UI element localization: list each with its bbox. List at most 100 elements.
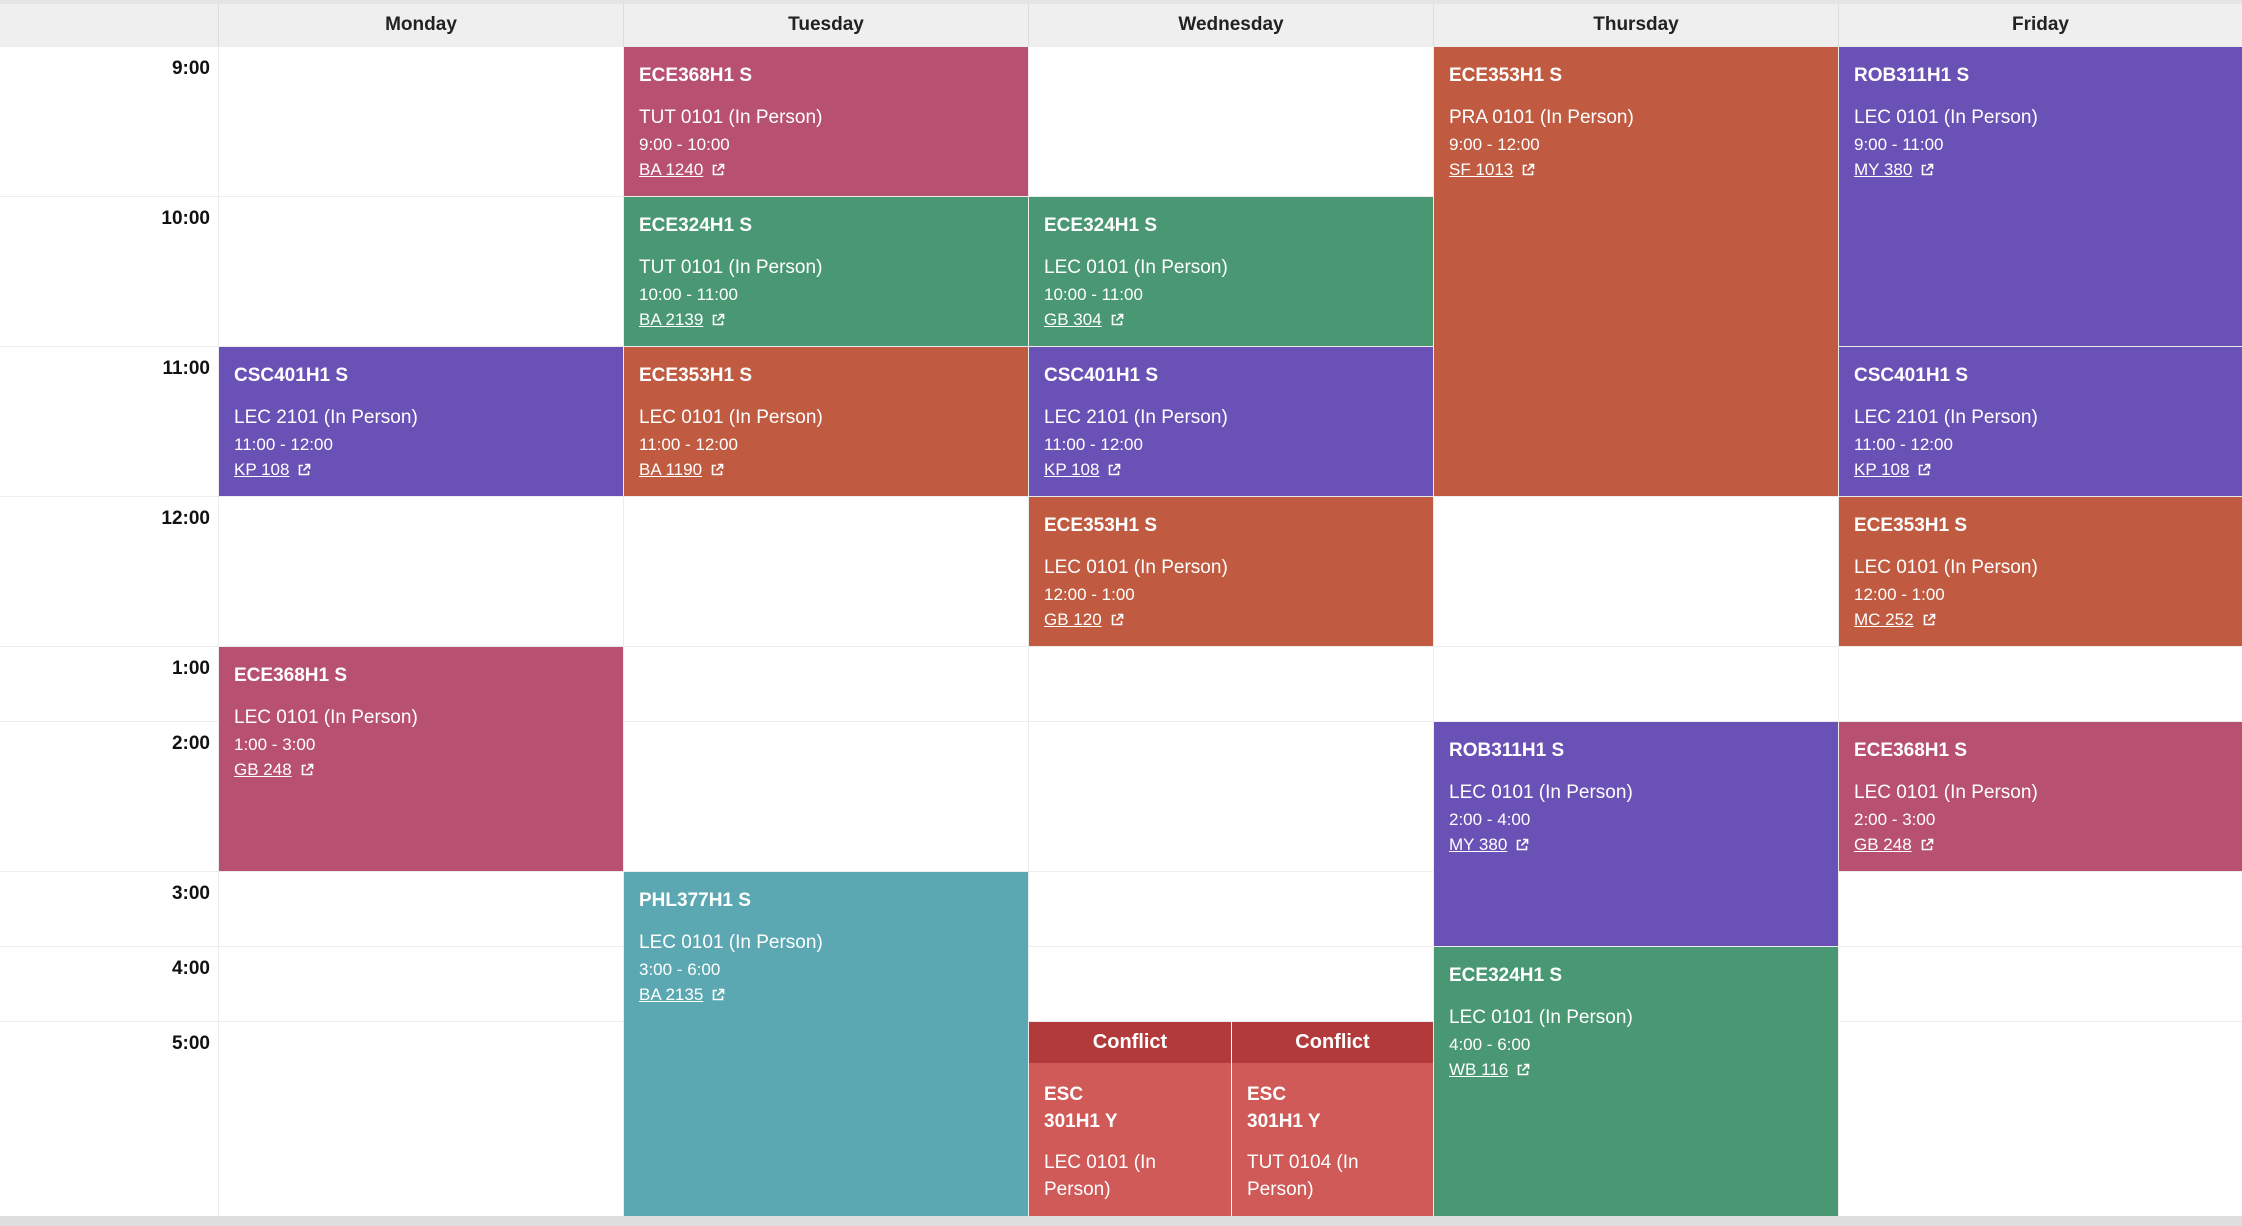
room-link[interactable]: BA 2135 (639, 985, 725, 1005)
room-link[interactable]: BA 2139 (639, 310, 725, 330)
time-range: 9:00 - 11:00 (1854, 135, 1944, 154)
external-link-icon (712, 163, 725, 176)
external-link-icon (1111, 313, 1123, 326)
section-label: TUT 0101 (In Person) (639, 107, 823, 128)
section-label: LEC 0101 (In Person) (639, 407, 823, 428)
room-link[interactable]: KP 108 (1854, 460, 1931, 480)
course-code: ECE324H1 S (1449, 965, 1563, 986)
course-code-line: ESC (1044, 1084, 1084, 1105)
conflict-course-block[interactable]: ESC 301H1 Y LEC 0101 (In Person) (1029, 1063, 1231, 1216)
horizontal-scrollbar[interactable] (0, 1216, 2242, 1226)
course-code: ROB311H1 S (1449, 740, 1565, 761)
hour-gridline (0, 871, 2242, 872)
section-label: LEC 0101 (In Person) (1449, 1007, 1633, 1028)
external-link-icon (1921, 838, 1933, 851)
section-label: LEC 0101 (In Person) (1044, 1149, 1216, 1203)
conflict-header: Conflict (1029, 1022, 1231, 1063)
course-code: ESC 301H1 Y (1044, 1081, 1216, 1135)
course-block[interactable]: CSC401H1 S LEC 2101 (In Person) 11:00 - 12… (1029, 347, 1433, 496)
course-code: CSC401H1 S (1044, 365, 1159, 386)
course-block[interactable]: ECE368H1 S TUT 0101 (In Person) 9:00 - 10:… (624, 47, 1028, 196)
time-range: 4:00 - 6:00 (1449, 1035, 1531, 1054)
room-link[interactable]: SF 1013 (1449, 160, 1535, 180)
room-label: MY 380 (1854, 160, 1913, 179)
course-block[interactable]: ECE324H1 S TUT 0101 (In Person) 10:00 - 11… (624, 197, 1028, 346)
section-label: PRA 0101 (In Person) (1449, 107, 1634, 128)
course-block[interactable]: ECE324H1 S LEC 0101 (In Person) 10:00 - 11… (1029, 197, 1433, 346)
conflict-course-block[interactable]: ESC 301H1 Y TUT 0104 (In Person) (1232, 1063, 1433, 1216)
hour-gridline (0, 946, 2242, 947)
room-link[interactable]: WB 116 (1449, 1060, 1530, 1080)
course-block[interactable]: ECE353H1 S LEC 0101 (In Person) 12:00 - 1:… (1839, 497, 2242, 646)
time-label: 1:00 (171, 658, 210, 679)
course-block[interactable]: ECE368H1 S LEC 0101 (In Person) 2:00 - 3:0… (1839, 722, 2242, 871)
course-code: ECE353H1 S (1854, 515, 1968, 536)
time-range: 10:00 - 11:00 (639, 285, 738, 304)
room-link[interactable]: GB 304 (1044, 310, 1124, 330)
room-label: MY 380 (1449, 835, 1508, 854)
external-link-icon (301, 763, 313, 776)
room-link[interactable]: MC 252 (1854, 610, 1936, 630)
day-column-divider (218, 46, 219, 1216)
time-range: 12:00 - 1:00 (1854, 585, 1945, 604)
course-block[interactable]: ROB311H1 S LEC 0101 (In Person) 2:00 - 4:0… (1434, 722, 1838, 946)
section-label: LEC 0101 (In Person) (234, 707, 418, 728)
course-block[interactable]: ECE368H1 S LEC 0101 (In Person) 1:00 - 3:0… (219, 647, 623, 871)
course-block[interactable]: ECE353H1 S PRA 0101 (In Person) 9:00 - 12:… (1434, 47, 1838, 496)
course-code: ESC 301H1 Y (1247, 1081, 1418, 1135)
weekly-calendar: Monday Tuesday Wednesday Thursday Friday 9:00… (0, 0, 2242, 1226)
course-block[interactable]: PHL377H1 S LEC 0101 (In Person) 3:00 - 6:0… (624, 872, 1028, 1216)
time-range: 9:00 - 10:00 (639, 135, 730, 154)
external-link-icon (712, 313, 725, 326)
room-link[interactable]: KP 108 (1044, 460, 1121, 480)
room-link[interactable]: GB 120 (1044, 610, 1124, 630)
day-header-tuesday: Tuesday (623, 4, 1028, 46)
time-label: 9:00 (171, 58, 210, 79)
day-header-monday: Monday (218, 4, 623, 46)
room-link[interactable]: BA 1190 (639, 460, 724, 480)
external-link-icon (1923, 613, 1935, 626)
room-label: BA 2139 (639, 310, 704, 329)
room-label: BA 2135 (639, 985, 704, 1004)
room-link[interactable]: MY 380 (1854, 160, 1934, 180)
section-label: LEC 2101 (In Person) (234, 407, 418, 428)
course-code: ECE353H1 S (639, 365, 753, 386)
time-range: 3:00 - 6:00 (639, 960, 721, 979)
room-link[interactable]: KP 108 (234, 460, 311, 480)
course-block[interactable]: CSC401H1 S LEC 2101 (In Person) 11:00 - 12… (219, 347, 623, 496)
section-line: Person) (1044, 1179, 1111, 1200)
conflict-header: Conflict (1232, 1022, 1433, 1063)
course-block[interactable]: ROB311H1 S LEC 0101 (In Person) 9:00 - 11:… (1839, 47, 2242, 346)
external-link-icon (299, 463, 311, 476)
section-line: TUT 0104 (In (1247, 1152, 1359, 1173)
course-code: ECE324H1 S (639, 215, 753, 236)
course-code: ECE353H1 S (1044, 515, 1158, 536)
course-code-line: 301H1 Y (1044, 1111, 1118, 1132)
room-link[interactable]: GB 248 (234, 760, 314, 780)
course-block[interactable]: ECE324H1 S LEC 0101 (In Person) 4:00 - 6:0… (1434, 947, 1838, 1216)
room-label: GB 120 (1044, 610, 1102, 629)
room-label: KP 108 (234, 460, 290, 479)
section-label: LEC 0101 (In Person) (1854, 782, 2038, 803)
time-label: 11:00 (162, 358, 210, 379)
section-label: LEC 0101 (In Person) (1044, 557, 1228, 578)
room-link[interactable]: GB 248 (1854, 835, 1934, 855)
time-range: 1:00 - 3:00 (234, 735, 316, 754)
course-code: PHL377H1 S (639, 890, 751, 911)
room-label: GB 248 (234, 760, 292, 779)
external-link-icon (1109, 463, 1121, 476)
time-label: 12:00 (161, 508, 210, 529)
room-link[interactable]: BA 1240 (639, 160, 725, 180)
section-label: TUT 0104 (In Person) (1247, 1149, 1418, 1203)
room-link[interactable]: MY 380 (1449, 835, 1529, 855)
time-range: 12:00 - 1:00 (1044, 585, 1135, 604)
section-label: LEC 0101 (In Person) (1044, 257, 1228, 278)
course-block[interactable]: ECE353H1 S LEC 0101 (In Person) 12:00 - 1:… (1029, 497, 1433, 646)
section-label: LEC 0101 (In Person) (639, 932, 823, 953)
course-code: ECE368H1 S (639, 65, 753, 86)
course-block[interactable]: CSC401H1 S LEC 2101 (In Person) 11:00 - 12… (1839, 347, 2242, 496)
room-label: GB 248 (1854, 835, 1912, 854)
course-block[interactable]: ECE353H1 S LEC 0101 (In Person) 11:00 - 12… (624, 347, 1028, 496)
room-label: SF 1013 (1449, 160, 1514, 179)
course-code: ECE324H1 S (1044, 215, 1158, 236)
